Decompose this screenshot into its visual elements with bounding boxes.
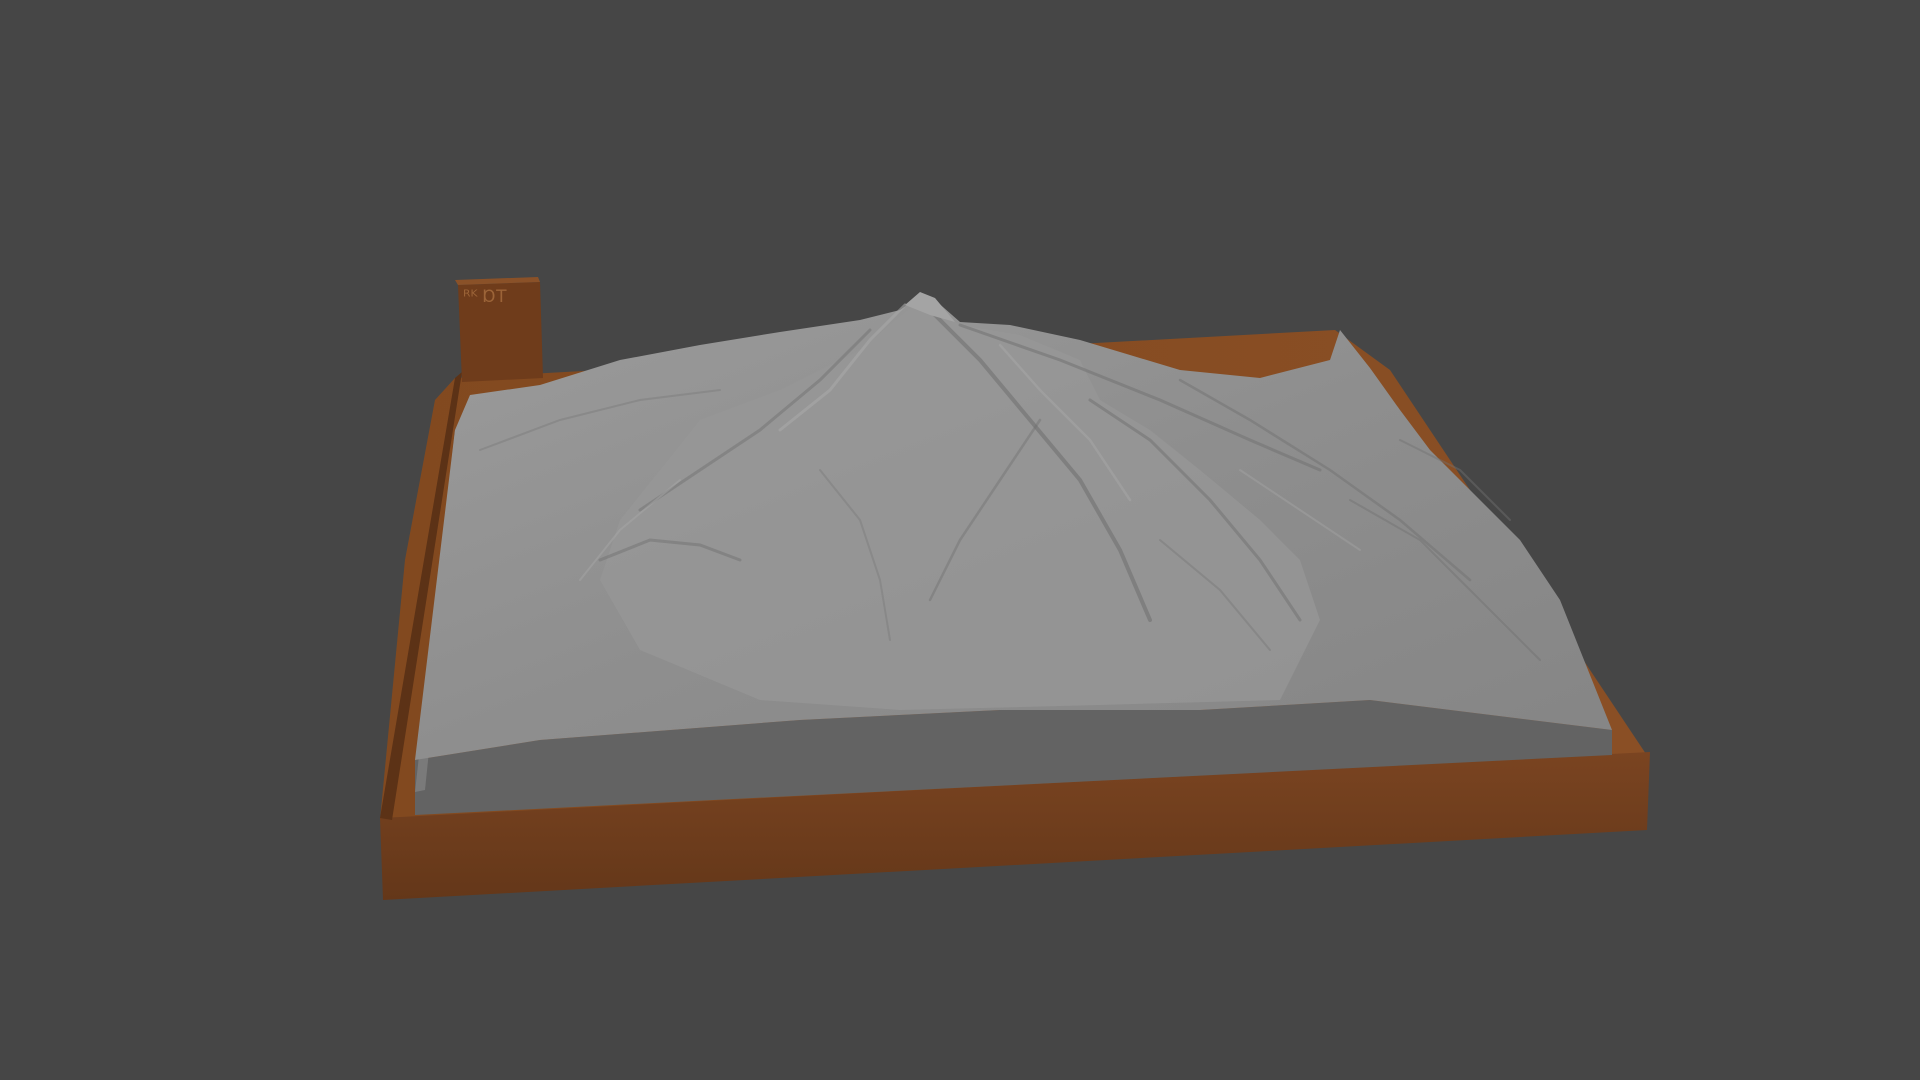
terrain-surface xyxy=(415,292,1612,760)
terrain-model-render: ᴿᴷ ⱰT xyxy=(380,277,1650,900)
label-block: ᴿᴷ ⱰT xyxy=(455,277,543,382)
label-block-text: ᴿᴷ ⱰT xyxy=(463,287,507,307)
3d-viewport[interactable]: ᴿᴷ ⱰT xyxy=(0,0,1920,1080)
